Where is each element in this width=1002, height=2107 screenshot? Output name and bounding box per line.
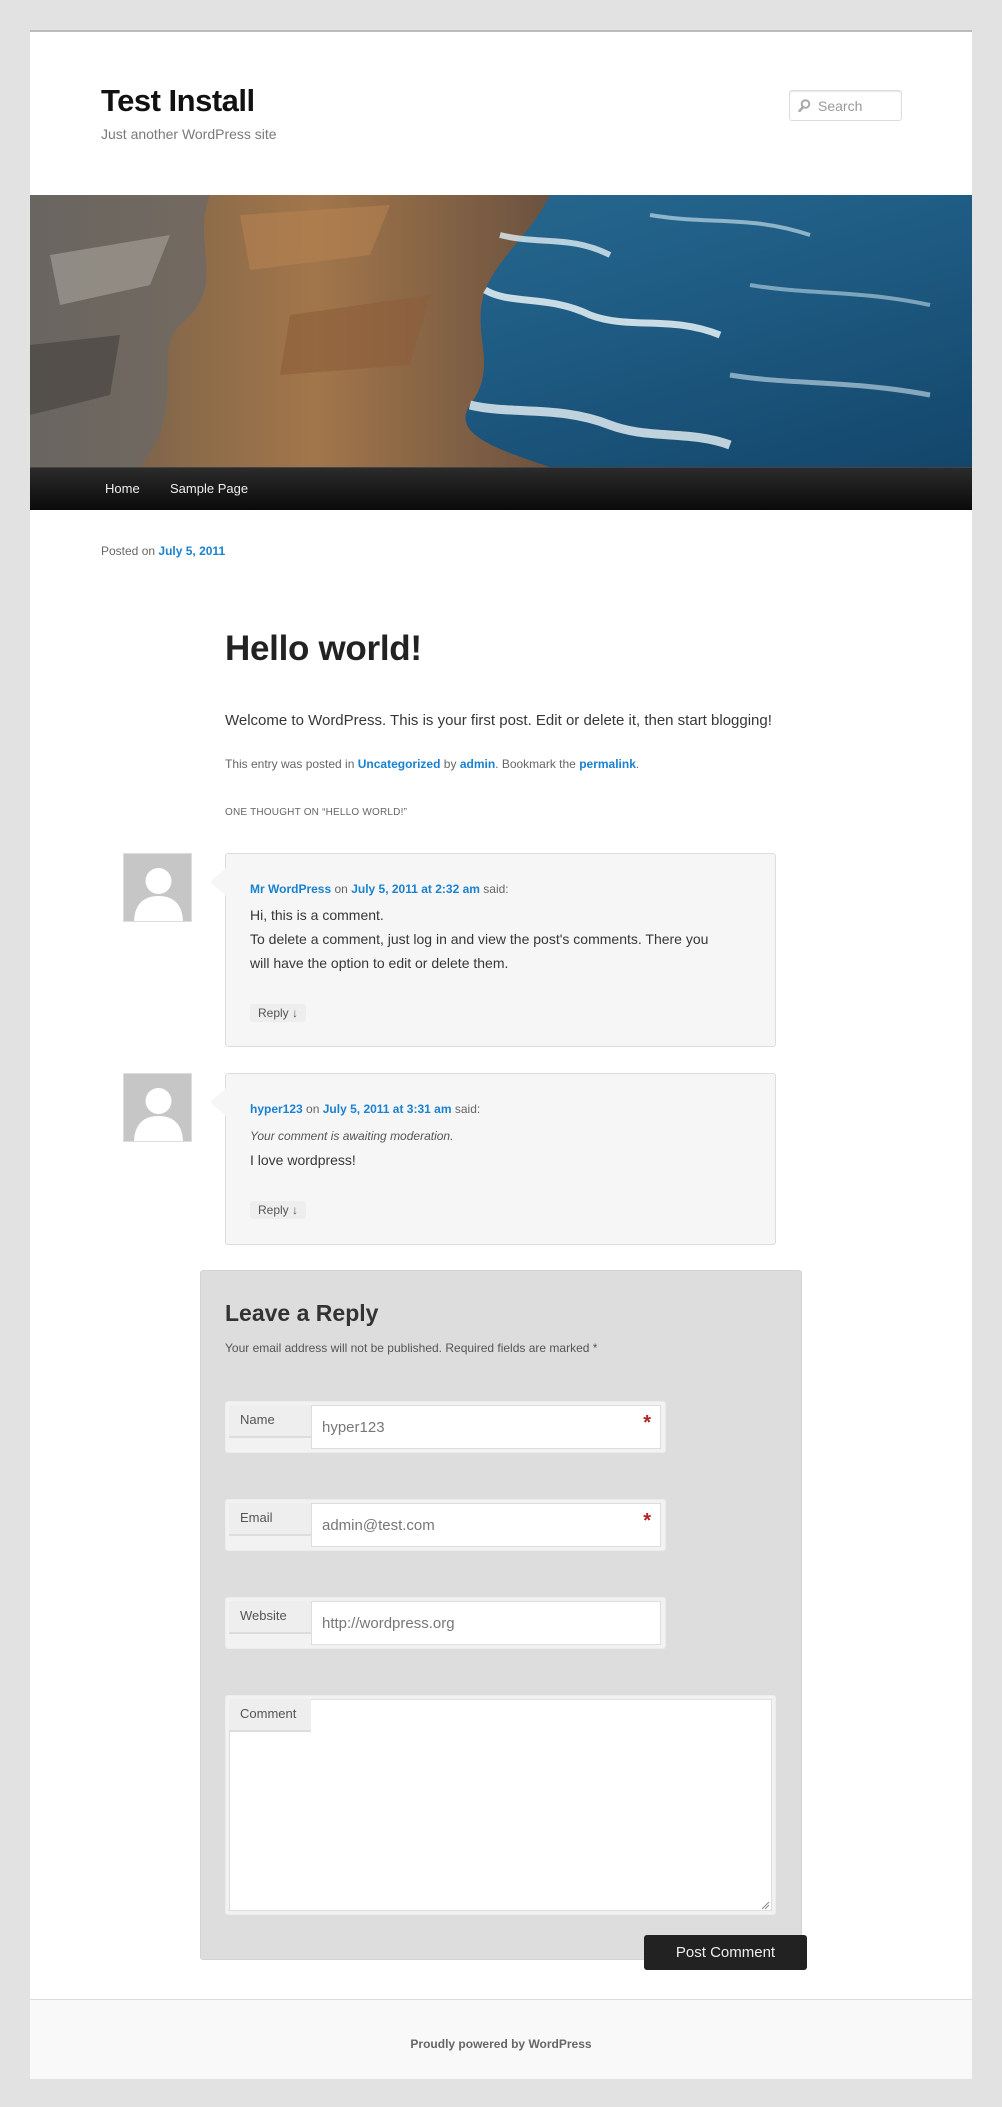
page: Test Install Just another WordPress site xyxy=(30,30,972,2079)
name-input[interactable] xyxy=(311,1405,661,1449)
website-field: Website xyxy=(225,1597,666,1649)
posted-on: Posted on July 5, 2011 xyxy=(101,544,225,558)
comment-field: Comment xyxy=(225,1695,776,1915)
name-label: Name xyxy=(229,1405,311,1438)
reply-button[interactable]: Reply ↓ xyxy=(250,1201,307,1219)
avatar xyxy=(123,853,192,922)
email-field: Email * xyxy=(225,1499,666,1551)
comment-on: on xyxy=(306,1102,320,1116)
entry-meta-bookmark: . Bookmark the xyxy=(495,757,576,771)
comment-said: said: xyxy=(454,1102,481,1116)
required-notice: Your email address will not be published… xyxy=(225,1341,598,1355)
posted-on-label: Posted on xyxy=(101,544,156,558)
reply-title: Leave a Reply xyxy=(225,1300,379,1326)
comment-on: on xyxy=(334,882,348,896)
entry-meta: This entry was posted in Uncategorized b… xyxy=(225,757,639,771)
main-navigation: Home Sample Page xyxy=(30,467,972,510)
comment-form: Leave a Reply Your email address will no… xyxy=(200,1270,807,1970)
website-label: Website xyxy=(229,1601,311,1634)
search-box[interactable] xyxy=(789,90,902,121)
comment: hyper123 on July 5, 2011 at 3:31 am said… xyxy=(210,1073,776,1245)
required-mark: * xyxy=(643,1412,651,1434)
comment-date-link[interactable]: July 5, 2011 at 2:32 am xyxy=(351,882,480,896)
post-content: Welcome to WordPress. This is your first… xyxy=(225,712,772,729)
comment-said: said: xyxy=(483,882,509,896)
comment-line: will have the option to edit or delete t… xyxy=(250,955,509,971)
post-date-link[interactable]: July 5, 2011 xyxy=(158,544,225,558)
nav-item-home[interactable]: Home xyxy=(105,481,140,496)
comment-date-link[interactable]: July 5, 2011 at 3:31 am xyxy=(323,1102,452,1116)
comment-line: Hi, this is a comment. xyxy=(250,907,384,923)
footer-credit-link[interactable]: Proudly powered by WordPress xyxy=(30,2037,972,2051)
comment-line: To delete a comment, just log in and vie… xyxy=(250,931,709,947)
website-input[interactable] xyxy=(311,1601,661,1645)
search-input[interactable] xyxy=(818,96,898,116)
site-footer: Proudly powered by WordPress xyxy=(30,1999,972,2079)
comment-text: Hi, this is a comment. To delete a comme… xyxy=(250,903,750,975)
comment-author-link[interactable]: hyper123 xyxy=(250,1102,303,1116)
email-input[interactable] xyxy=(311,1503,661,1547)
comments-title: One thought on “Hello world!” xyxy=(225,807,408,818)
reply-button[interactable]: Reply ↓ xyxy=(250,1004,307,1022)
email-label: Email xyxy=(229,1503,311,1536)
comment-text: I love wordpress! xyxy=(250,1148,750,1172)
comment-meta: Mr WordPress on July 5, 2011 at 2:32 am … xyxy=(250,882,509,896)
comment-author-link[interactable]: Mr WordPress xyxy=(250,882,331,896)
post-comment-button[interactable]: Post Comment xyxy=(644,1935,807,1970)
category-link[interactable]: Uncategorized xyxy=(358,757,441,771)
avatar xyxy=(123,1073,192,1142)
name-field: Name * xyxy=(225,1401,666,1453)
moderation-notice: Your comment is awaiting moderation. xyxy=(250,1129,454,1143)
nav-item-sample-page[interactable]: Sample Page xyxy=(170,481,248,496)
search-icon xyxy=(798,99,811,112)
entry-meta-by: by xyxy=(443,757,457,771)
comment: Mr WordPress on July 5, 2011 at 2:32 am … xyxy=(210,853,776,1047)
post-title: Hello world! xyxy=(225,629,422,668)
site-description: Just another WordPress site xyxy=(101,126,277,142)
header-image xyxy=(30,195,972,467)
comment-label: Comment xyxy=(229,1699,311,1732)
entry-meta-end: . xyxy=(635,757,640,771)
resize-grip-icon[interactable] xyxy=(761,1901,769,1909)
comment-line: I love wordpress! xyxy=(250,1152,356,1168)
author-link[interactable]: admin xyxy=(460,757,495,771)
comment-meta: hyper123 on July 5, 2011 at 3:31 am said… xyxy=(250,1102,480,1116)
site-title[interactable]: Test Install xyxy=(101,83,255,119)
entry-meta-prefix: This entry was posted in xyxy=(225,757,355,771)
required-mark: * xyxy=(643,1510,651,1532)
permalink-link[interactable]: permalink xyxy=(579,757,636,771)
